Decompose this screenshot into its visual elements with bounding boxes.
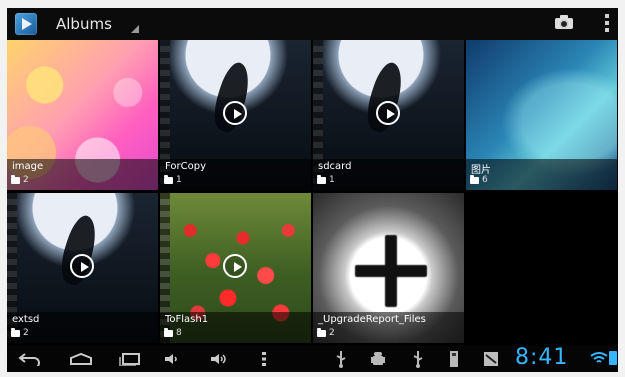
wifi-icon	[590, 351, 608, 365]
play-icon	[223, 254, 247, 278]
volume-down-icon[interactable]	[159, 350, 185, 368]
album-label-band: extsd 2	[7, 312, 158, 343]
albums-title[interactable]: Albums	[56, 15, 112, 33]
album-label-band: sdcard 1	[313, 159, 464, 190]
album-label-band: ToFlash1 8	[160, 312, 311, 343]
album-count: 2	[23, 175, 29, 185]
album-count: 2	[329, 328, 335, 338]
album-tile-sdcard[interactable]: sdcard 1	[313, 40, 464, 190]
back-icon[interactable]	[17, 350, 43, 368]
notification-icon	[482, 350, 500, 368]
action-bar: Albums	[7, 8, 618, 40]
album-name: 图片	[471, 165, 491, 176]
device-frame: Albums image 2 ForCopy 1 sdcard 1 图片 6 e…	[0, 0, 625, 377]
album-meta: 2	[11, 327, 29, 338]
plus-icon	[355, 235, 427, 307]
album-tile-upgradereport[interactable]: _UpgradeReport_Files 2	[313, 193, 464, 343]
album-meta: 2	[11, 174, 29, 185]
folder-icon	[470, 174, 479, 184]
album-name: sdcard	[318, 161, 352, 172]
usb-icon	[409, 350, 427, 368]
battery-icon	[609, 351, 617, 365]
album-meta: 6	[470, 174, 488, 185]
albums-dropdown-indicator[interactable]	[131, 25, 139, 33]
folder-icon	[11, 327, 20, 337]
album-count: 1	[176, 175, 182, 185]
folder-icon	[317, 174, 326, 184]
album-tile-extsd[interactable]: extsd 2	[7, 193, 158, 343]
album-count: 6	[482, 175, 488, 185]
album-tile-forcopy[interactable]: ForCopy 1	[160, 40, 311, 190]
screen: Albums image 2 ForCopy 1 sdcard 1 图片 6 e…	[7, 8, 618, 372]
album-name: extsd	[12, 314, 40, 325]
album-label-band: _UpgradeReport_Files 2	[313, 312, 464, 343]
play-icon	[70, 254, 94, 278]
album-label-band: image 2	[7, 159, 158, 190]
album-name: ToFlash1	[165, 314, 209, 325]
camera-icon[interactable]	[555, 15, 573, 29]
folder-icon	[11, 174, 20, 184]
album-tile-pictures[interactable]: 图片 6	[466, 40, 617, 190]
folder-icon	[164, 327, 173, 337]
clock: 8:41	[515, 345, 569, 370]
album-tile-toflash1[interactable]: ToFlash1 8	[160, 193, 311, 343]
play-icon	[223, 101, 247, 125]
play-icon	[376, 101, 400, 125]
overflow-menu-icon[interactable]	[605, 14, 609, 34]
album-meta: 2	[317, 327, 335, 338]
recent-apps-icon[interactable]	[117, 350, 143, 368]
album-count: 2	[23, 328, 29, 338]
volume-up-icon[interactable]	[205, 350, 231, 368]
usb-icon	[332, 350, 350, 368]
album-count: 8	[176, 328, 182, 338]
menu-icon[interactable]	[257, 350, 271, 368]
album-label-band: 图片 6	[466, 159, 617, 190]
folder-icon	[164, 174, 173, 184]
folder-icon	[317, 327, 326, 337]
album-meta: 8	[164, 327, 182, 338]
gallery-app-icon[interactable]	[15, 13, 37, 35]
album-name: image	[12, 161, 44, 172]
album-meta: 1	[164, 174, 182, 185]
album-tile-image[interactable]: image 2	[7, 40, 158, 190]
album-label-band: ForCopy 1	[160, 159, 311, 190]
system-bar: 8:41	[7, 345, 618, 372]
home-icon[interactable]	[68, 350, 94, 368]
sd-card-icon	[447, 350, 461, 368]
album-name: ForCopy	[165, 161, 206, 172]
album-name: _UpgradeReport_Files	[318, 314, 426, 325]
album-meta: 1	[317, 174, 335, 185]
android-debug-icon	[369, 350, 387, 368]
album-count: 1	[329, 175, 335, 185]
